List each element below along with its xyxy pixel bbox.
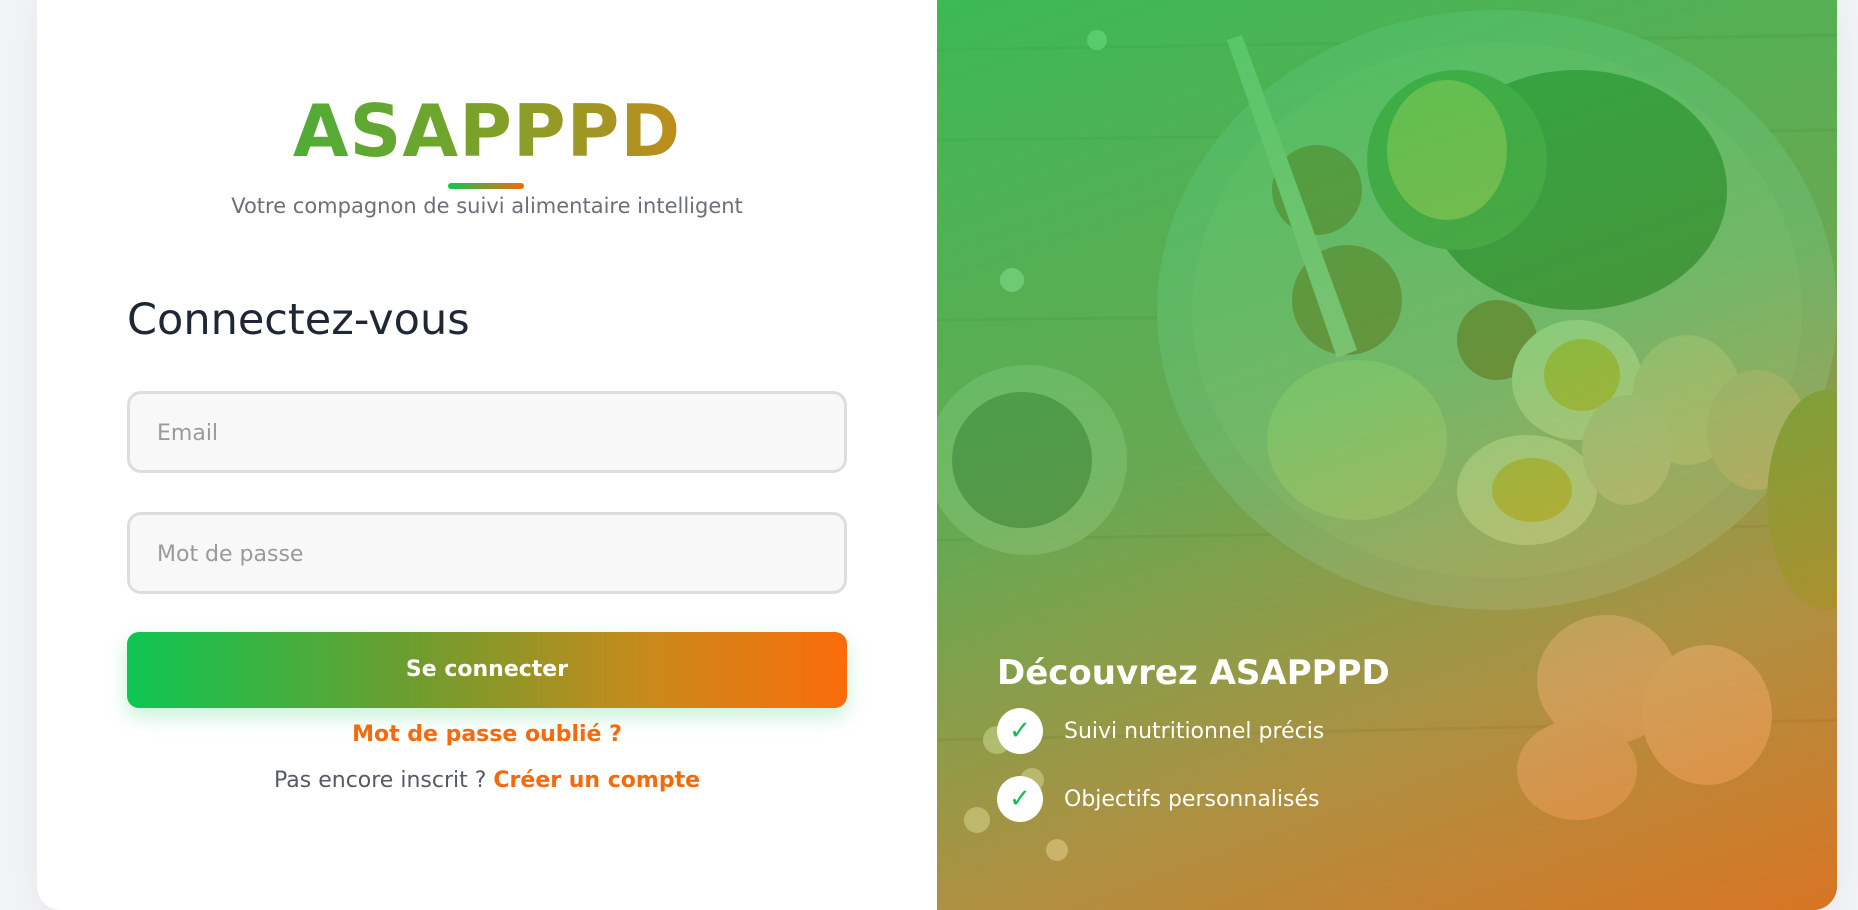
email-field[interactable] [127, 391, 847, 473]
signup-link[interactable]: Créer un compte [493, 768, 700, 793]
signup-prompt: Pas encore inscrit ? [274, 768, 487, 793]
check-icon: ✓ [997, 776, 1043, 822]
signup-row: Pas encore inscrit ? Créer un compte [37, 768, 937, 793]
promo-title: Découvrez ASAPPPD [997, 653, 1390, 693]
check-icon: ✓ [997, 708, 1043, 754]
email-input[interactable] [157, 416, 777, 450]
feature-item: ✓ Objectifs personnalisés [997, 776, 1319, 822]
login-card: ASAPPPD Votre compagnon de suivi aliment… [37, 0, 1837, 910]
brand-tagline: Votre compagnon de suivi alimentaire int… [231, 194, 743, 218]
brand-underline [448, 183, 524, 189]
feature-item: ✓ Suivi nutritionnel précis [997, 708, 1324, 754]
password-input[interactable] [157, 537, 777, 571]
feature-label: Suivi nutritionnel précis [1064, 718, 1325, 744]
feature-label: Objectifs personnalisés [1064, 786, 1320, 812]
forgot-password-link[interactable]: Mot de passe oublié ? [37, 722, 937, 747]
login-panel: ASAPPPD Votre compagnon de suivi aliment… [37, 0, 937, 910]
brand-logo: ASAPPPD [37, 95, 937, 167]
promo-panel: Découvrez ASAPPPD ✓ Suivi nutritionnel p… [937, 0, 1837, 910]
password-field[interactable] [127, 512, 847, 594]
login-button[interactable]: Se connecter [127, 632, 847, 708]
gradient-overlay [937, 0, 1837, 910]
login-heading: Connectez-vous [127, 295, 470, 345]
